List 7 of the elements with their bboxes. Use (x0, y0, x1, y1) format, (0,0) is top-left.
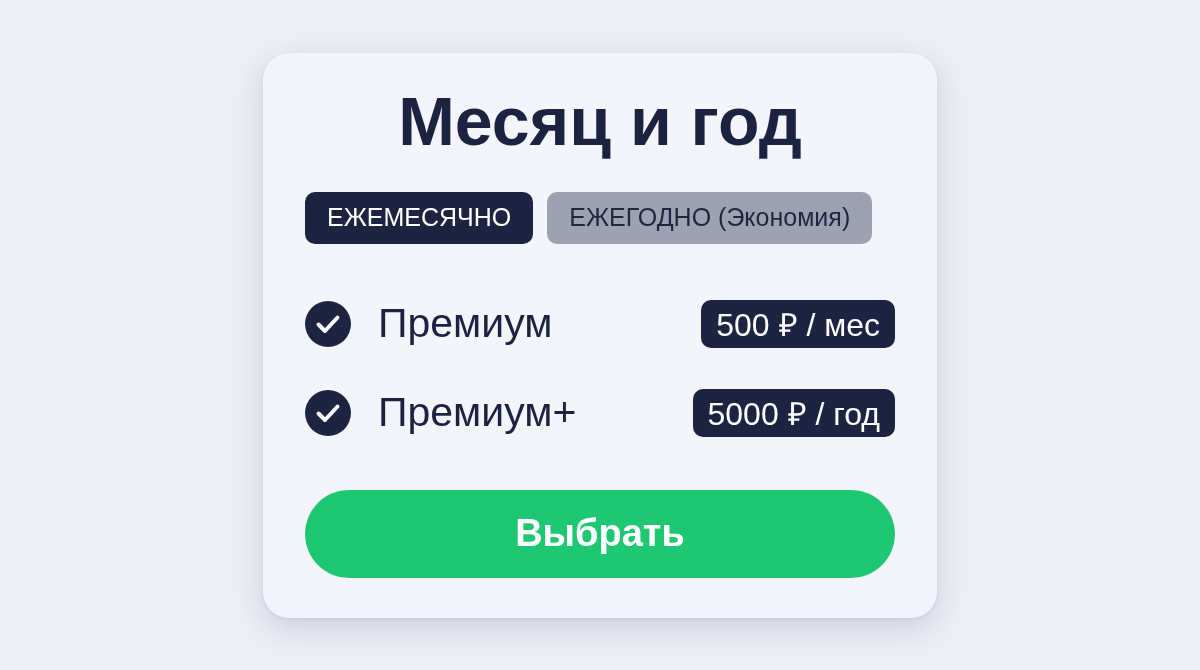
card-title: Месяц и год (398, 81, 802, 161)
price-badge: 500 ₽ / мес (701, 299, 895, 348)
plan-name: Премиум+ (378, 389, 577, 436)
price-badge: 5000 ₽ / год (692, 388, 895, 437)
billing-tab[interactable]: ЕЖЕМЕСЯЧНО (305, 191, 534, 244)
plan-name: Премиум (378, 300, 553, 347)
billing-tab[interactable]: ЕЖЕГОДНО (Экономия) (547, 191, 873, 244)
